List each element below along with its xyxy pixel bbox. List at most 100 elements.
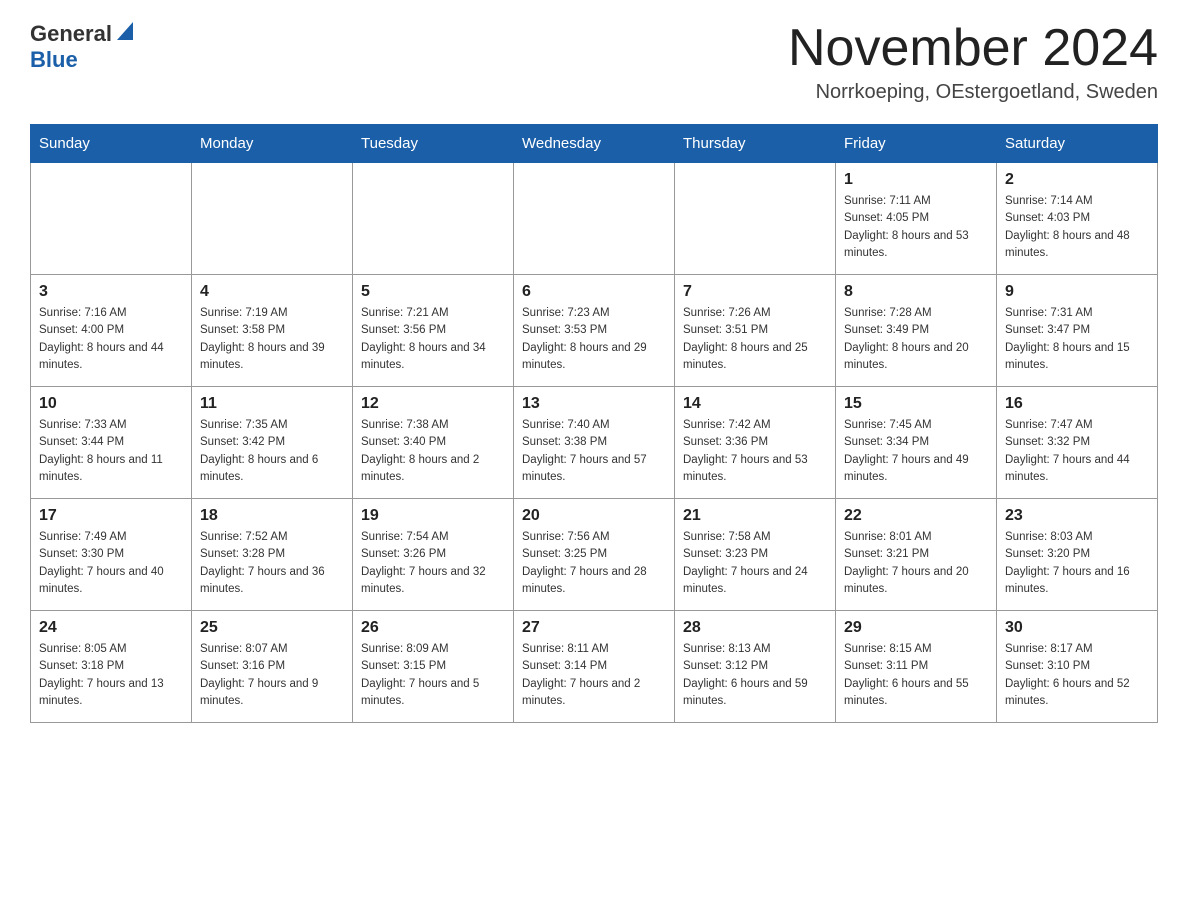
- logo-blue-text: Blue: [30, 47, 78, 72]
- daylight-text: Daylight: 6 hours and 55 minutes.: [844, 676, 988, 711]
- logo: General Blue: [30, 20, 135, 73]
- day-number: 8: [844, 283, 988, 301]
- sunrise-text: Sunrise: 7:33 AM: [39, 417, 183, 434]
- calendar-body: 1 Sunrise: 7:11 AM Sunset: 4:05 PM Dayli…: [31, 163, 1158, 723]
- sunset-text: Sunset: 4:03 PM: [1005, 210, 1149, 227]
- calendar-day-cell: 10 Sunrise: 7:33 AM Sunset: 3:44 PM Dayl…: [31, 387, 192, 499]
- calendar-table: SundayMondayTuesdayWednesdayThursdayFrid…: [30, 124, 1158, 723]
- sunset-text: Sunset: 3:36 PM: [683, 434, 827, 451]
- day-info: Sunrise: 7:35 AM Sunset: 3:42 PM Dayligh…: [200, 417, 344, 486]
- sunset-text: Sunset: 3:58 PM: [200, 322, 344, 339]
- month-title: November 2024: [788, 20, 1158, 77]
- calendar-day-cell: 24 Sunrise: 8:05 AM Sunset: 3:18 PM Dayl…: [31, 611, 192, 723]
- day-info: Sunrise: 8:15 AM Sunset: 3:11 PM Dayligh…: [844, 641, 988, 710]
- daylight-text: Daylight: 8 hours and 2 minutes.: [361, 452, 505, 487]
- calendar-day-cell: 27 Sunrise: 8:11 AM Sunset: 3:14 PM Dayl…: [514, 611, 675, 723]
- day-info: Sunrise: 8:05 AM Sunset: 3:18 PM Dayligh…: [39, 641, 183, 710]
- daylight-text: Daylight: 7 hours and 20 minutes.: [844, 564, 988, 599]
- day-info: Sunrise: 7:38 AM Sunset: 3:40 PM Dayligh…: [361, 417, 505, 486]
- sunrise-text: Sunrise: 8:05 AM: [39, 641, 183, 658]
- day-info: Sunrise: 7:23 AM Sunset: 3:53 PM Dayligh…: [522, 305, 666, 374]
- sunset-text: Sunset: 3:21 PM: [844, 546, 988, 563]
- day-info: Sunrise: 8:01 AM Sunset: 3:21 PM Dayligh…: [844, 529, 988, 598]
- sunrise-text: Sunrise: 7:14 AM: [1005, 193, 1149, 210]
- calendar-day-cell: 17 Sunrise: 7:49 AM Sunset: 3:30 PM Dayl…: [31, 499, 192, 611]
- day-info: Sunrise: 7:40 AM Sunset: 3:38 PM Dayligh…: [522, 417, 666, 486]
- logo-triangle-icon: [115, 20, 135, 47]
- calendar-day-cell: [514, 163, 675, 275]
- day-of-week-header: Monday: [192, 125, 353, 163]
- sunrise-text: Sunrise: 7:31 AM: [1005, 305, 1149, 322]
- day-number: 7: [683, 283, 827, 301]
- calendar-day-cell: 22 Sunrise: 8:01 AM Sunset: 3:21 PM Dayl…: [836, 499, 997, 611]
- sunset-text: Sunset: 3:53 PM: [522, 322, 666, 339]
- sunrise-text: Sunrise: 7:54 AM: [361, 529, 505, 546]
- day-number: 11: [200, 395, 344, 413]
- day-info: Sunrise: 7:54 AM Sunset: 3:26 PM Dayligh…: [361, 529, 505, 598]
- day-number: 21: [683, 507, 827, 525]
- day-of-week-header: Tuesday: [353, 125, 514, 163]
- day-number: 13: [522, 395, 666, 413]
- sunrise-text: Sunrise: 7:23 AM: [522, 305, 666, 322]
- day-info: Sunrise: 8:13 AM Sunset: 3:12 PM Dayligh…: [683, 641, 827, 710]
- sunset-text: Sunset: 3:56 PM: [361, 322, 505, 339]
- calendar-day-cell: 1 Sunrise: 7:11 AM Sunset: 4:05 PM Dayli…: [836, 163, 997, 275]
- day-number: 9: [1005, 283, 1149, 301]
- day-number: 6: [522, 283, 666, 301]
- sunset-text: Sunset: 4:05 PM: [844, 210, 988, 227]
- sunset-text: Sunset: 3:44 PM: [39, 434, 183, 451]
- daylight-text: Daylight: 6 hours and 59 minutes.: [683, 676, 827, 711]
- day-info: Sunrise: 7:42 AM Sunset: 3:36 PM Dayligh…: [683, 417, 827, 486]
- daylight-text: Daylight: 8 hours and 29 minutes.: [522, 340, 666, 375]
- calendar-day-cell: [192, 163, 353, 275]
- day-info: Sunrise: 8:03 AM Sunset: 3:20 PM Dayligh…: [1005, 529, 1149, 598]
- calendar-week-row: 10 Sunrise: 7:33 AM Sunset: 3:44 PM Dayl…: [31, 387, 1158, 499]
- calendar-day-cell: 14 Sunrise: 7:42 AM Sunset: 3:36 PM Dayl…: [675, 387, 836, 499]
- calendar-day-cell: 28 Sunrise: 8:13 AM Sunset: 3:12 PM Dayl…: [675, 611, 836, 723]
- sunset-text: Sunset: 3:49 PM: [844, 322, 988, 339]
- day-info: Sunrise: 7:45 AM Sunset: 3:34 PM Dayligh…: [844, 417, 988, 486]
- day-number: 10: [39, 395, 183, 413]
- calendar-day-cell: 26 Sunrise: 8:09 AM Sunset: 3:15 PM Dayl…: [353, 611, 514, 723]
- day-info: Sunrise: 8:07 AM Sunset: 3:16 PM Dayligh…: [200, 641, 344, 710]
- daylight-text: Daylight: 8 hours and 48 minutes.: [1005, 228, 1149, 263]
- day-number: 28: [683, 619, 827, 637]
- day-of-week-header: Friday: [836, 125, 997, 163]
- day-number: 30: [1005, 619, 1149, 637]
- sunrise-text: Sunrise: 8:11 AM: [522, 641, 666, 658]
- sunrise-text: Sunrise: 8:15 AM: [844, 641, 988, 658]
- day-info: Sunrise: 7:26 AM Sunset: 3:51 PM Dayligh…: [683, 305, 827, 374]
- calendar-day-cell: 15 Sunrise: 7:45 AM Sunset: 3:34 PM Dayl…: [836, 387, 997, 499]
- sunrise-text: Sunrise: 8:01 AM: [844, 529, 988, 546]
- sunrise-text: Sunrise: 7:56 AM: [522, 529, 666, 546]
- sunset-text: Sunset: 3:40 PM: [361, 434, 505, 451]
- calendar-day-cell: 16 Sunrise: 7:47 AM Sunset: 3:32 PM Dayl…: [997, 387, 1158, 499]
- sunset-text: Sunset: 3:23 PM: [683, 546, 827, 563]
- sunset-text: Sunset: 3:34 PM: [844, 434, 988, 451]
- day-of-week-header: Thursday: [675, 125, 836, 163]
- calendar-day-cell: 2 Sunrise: 7:14 AM Sunset: 4:03 PM Dayli…: [997, 163, 1158, 275]
- day-number: 2: [1005, 171, 1149, 189]
- calendar-day-cell: 25 Sunrise: 8:07 AM Sunset: 3:16 PM Dayl…: [192, 611, 353, 723]
- sunset-text: Sunset: 3:20 PM: [1005, 546, 1149, 563]
- daylight-text: Daylight: 8 hours and 44 minutes.: [39, 340, 183, 375]
- calendar-week-row: 24 Sunrise: 8:05 AM Sunset: 3:18 PM Dayl…: [31, 611, 1158, 723]
- calendar-day-cell: [31, 163, 192, 275]
- sunset-text: Sunset: 3:16 PM: [200, 658, 344, 675]
- sunset-text: Sunset: 3:25 PM: [522, 546, 666, 563]
- day-info: Sunrise: 7:33 AM Sunset: 3:44 PM Dayligh…: [39, 417, 183, 486]
- day-info: Sunrise: 7:56 AM Sunset: 3:25 PM Dayligh…: [522, 529, 666, 598]
- calendar-day-cell: 3 Sunrise: 7:16 AM Sunset: 4:00 PM Dayli…: [31, 275, 192, 387]
- calendar-day-cell: 23 Sunrise: 8:03 AM Sunset: 3:20 PM Dayl…: [997, 499, 1158, 611]
- calendar-day-cell: 12 Sunrise: 7:38 AM Sunset: 3:40 PM Dayl…: [353, 387, 514, 499]
- calendar-day-cell: 6 Sunrise: 7:23 AM Sunset: 3:53 PM Dayli…: [514, 275, 675, 387]
- sunset-text: Sunset: 3:30 PM: [39, 546, 183, 563]
- sunrise-text: Sunrise: 7:11 AM: [844, 193, 988, 210]
- daylight-text: Daylight: 7 hours and 9 minutes.: [200, 676, 344, 711]
- day-number: 3: [39, 283, 183, 301]
- day-number: 19: [361, 507, 505, 525]
- sunrise-text: Sunrise: 7:19 AM: [200, 305, 344, 322]
- day-number: 25: [200, 619, 344, 637]
- sunset-text: Sunset: 3:15 PM: [361, 658, 505, 675]
- day-info: Sunrise: 7:28 AM Sunset: 3:49 PM Dayligh…: [844, 305, 988, 374]
